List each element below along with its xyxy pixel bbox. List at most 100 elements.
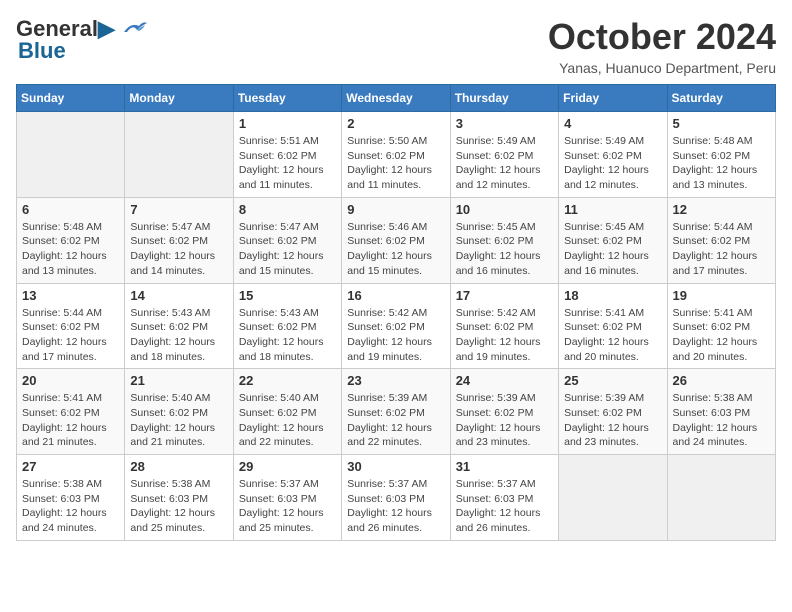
day-info: Sunrise: 5:38 AMSunset: 6:03 PMDaylight:…: [22, 477, 119, 536]
calendar-cell: 7Sunrise: 5:47 AMSunset: 6:02 PMDaylight…: [125, 197, 233, 283]
calendar-cell: 19 Sunrise: 5:41 AMSunset: 6:02 PMDayligh…: [667, 283, 775, 369]
weekday-header-row: SundayMondayTuesdayWednesdayThursdayFrid…: [17, 85, 776, 112]
day-number: 15: [239, 288, 336, 303]
logo: General▶ Blue: [16, 16, 149, 64]
calendar-cell: 15Sunrise: 5:43 AMSunset: 6:02 PMDayligh…: [233, 283, 341, 369]
month-title: October 2024: [548, 16, 776, 58]
day-info: Sunrise: 5:49 AMSunset: 6:02 PMDaylight:…: [456, 134, 553, 193]
day-number: 19: [673, 288, 770, 303]
day-number: 7: [130, 202, 227, 217]
day-number: 12: [673, 202, 770, 217]
day-info: Sunrise: 5:40 AMSunset: 6:02 PMDaylight:…: [130, 391, 227, 450]
calendar-cell: 31Sunrise: 5:37 AMSunset: 6:03 PMDayligh…: [450, 455, 558, 541]
day-info: Sunrise: 5:38 AMSunset: 6:03 PMDaylight:…: [130, 477, 227, 536]
weekday-header: Thursday: [450, 85, 558, 112]
day-number: 20: [22, 373, 119, 388]
calendar-cell: 28 Sunrise: 5:38 AMSunset: 6:03 PMDayligh…: [125, 455, 233, 541]
day-info: Sunrise: 5:38 AMSunset: 6:03 PMDaylight:…: [673, 391, 770, 450]
calendar-cell: 23 Sunrise: 5:39 AMSunset: 6:02 PMDayligh…: [342, 369, 450, 455]
day-info: Sunrise: 5:50 AMSunset: 6:02 PMDaylight:…: [347, 134, 444, 193]
calendar-cell: 18 Sunrise: 5:41 AMSunset: 6:02 PMDayligh…: [559, 283, 667, 369]
day-info: Sunrise: 5:49 AMSunset: 6:02 PMDaylight:…: [564, 134, 661, 193]
day-number: 4: [564, 116, 661, 131]
day-info: Sunrise: 5:43 AMSunset: 6:02 PMDaylight:…: [130, 306, 227, 365]
calendar-cell: 16Sunrise: 5:42 AMSunset: 6:02 PMDayligh…: [342, 283, 450, 369]
calendar-cell: 8 Sunrise: 5:47 AMSunset: 6:02 PMDaylight…: [233, 197, 341, 283]
calendar-cell: 10Sunrise: 5:45 AMSunset: 6:02 PMDayligh…: [450, 197, 558, 283]
calendar-cell: 12 Sunrise: 5:44 AMSunset: 6:02 PMDayligh…: [667, 197, 775, 283]
day-info: Sunrise: 5:44 AMSunset: 6:02 PMDaylight:…: [22, 306, 119, 365]
subtitle: Yanas, Huanuco Department, Peru: [548, 60, 776, 76]
calendar-cell: 4 Sunrise: 5:49 AMSunset: 6:02 PMDaylight…: [559, 112, 667, 198]
calendar-cell: 29 Sunrise: 5:37 AMSunset: 6:03 PMDayligh…: [233, 455, 341, 541]
day-number: 13: [22, 288, 119, 303]
day-number: 26: [673, 373, 770, 388]
day-number: 9: [347, 202, 444, 217]
calendar-cell: 30Sunrise: 5:37 AMSunset: 6:03 PMDayligh…: [342, 455, 450, 541]
day-info: Sunrise: 5:48 AMSunset: 6:02 PMDaylight:…: [22, 220, 119, 279]
calendar-cell: 3 Sunrise: 5:49 AMSunset: 6:02 PMDaylight…: [450, 112, 558, 198]
day-number: 24: [456, 373, 553, 388]
day-number: 22: [239, 373, 336, 388]
calendar-week-row: 1Sunrise: 5:51 AMSunset: 6:02 PMDaylight…: [17, 112, 776, 198]
day-info: Sunrise: 5:39 AMSunset: 6:02 PMDaylight:…: [564, 391, 661, 450]
calendar-cell: 14 Sunrise: 5:43 AMSunset: 6:02 PMDayligh…: [125, 283, 233, 369]
day-number: 25: [564, 373, 661, 388]
weekday-header: Wednesday: [342, 85, 450, 112]
calendar-cell: 21 Sunrise: 5:40 AMSunset: 6:02 PMDayligh…: [125, 369, 233, 455]
day-info: Sunrise: 5:37 AMSunset: 6:03 PMDaylight:…: [347, 477, 444, 536]
calendar-cell: 6 Sunrise: 5:48 AMSunset: 6:02 PMDaylight…: [17, 197, 125, 283]
day-number: 8: [239, 202, 336, 217]
weekday-header: Sunday: [17, 85, 125, 112]
day-info: Sunrise: 5:46 AMSunset: 6:02 PMDaylight:…: [347, 220, 444, 279]
day-number: 5: [673, 116, 770, 131]
weekday-header: Monday: [125, 85, 233, 112]
calendar-cell: 11 Sunrise: 5:45 AMSunset: 6:02 PMDayligh…: [559, 197, 667, 283]
day-number: 11: [564, 202, 661, 217]
logo-bird-icon: [119, 18, 149, 40]
day-info: Sunrise: 5:37 AMSunset: 6:03 PMDaylight:…: [239, 477, 336, 536]
day-number: 10: [456, 202, 553, 217]
day-info: Sunrise: 5:40 AMSunset: 6:02 PMDaylight:…: [239, 391, 336, 450]
day-number: 31: [456, 459, 553, 474]
calendar-week-row: 6 Sunrise: 5:48 AMSunset: 6:02 PMDaylight…: [17, 197, 776, 283]
calendar-week-row: 27Sunrise: 5:38 AMSunset: 6:03 PMDayligh…: [17, 455, 776, 541]
day-number: 28: [130, 459, 227, 474]
day-number: 14: [130, 288, 227, 303]
calendar-cell: 2 Sunrise: 5:50 AMSunset: 6:02 PMDaylight…: [342, 112, 450, 198]
day-number: 1: [239, 116, 336, 131]
day-info: Sunrise: 5:39 AMSunset: 6:02 PMDaylight:…: [347, 391, 444, 450]
day-number: 29: [239, 459, 336, 474]
calendar-week-row: 13 Sunrise: 5:44 AMSunset: 6:02 PMDayligh…: [17, 283, 776, 369]
day-info: Sunrise: 5:39 AMSunset: 6:02 PMDaylight:…: [456, 391, 553, 450]
page-header: General▶ Blue October 2024 Yanas, Huanuc…: [16, 16, 776, 76]
calendar-cell: 20 Sunrise: 5:41 AMSunset: 6:02 PMDayligh…: [17, 369, 125, 455]
calendar-cell: 9 Sunrise: 5:46 AMSunset: 6:02 PMDaylight…: [342, 197, 450, 283]
calendar-cell: 22 Sunrise: 5:40 AMSunset: 6:02 PMDayligh…: [233, 369, 341, 455]
day-number: 18: [564, 288, 661, 303]
day-info: Sunrise: 5:47 AMSunset: 6:02 PMDaylight:…: [239, 220, 336, 279]
calendar-cell: 5 Sunrise: 5:48 AMSunset: 6:02 PMDaylight…: [667, 112, 775, 198]
day-info: Sunrise: 5:42 AMSunset: 6:02 PMDaylight:…: [347, 306, 444, 365]
day-info: Sunrise: 5:41 AMSunset: 6:02 PMDaylight:…: [564, 306, 661, 365]
day-info: Sunrise: 5:41 AMSunset: 6:02 PMDaylight:…: [673, 306, 770, 365]
day-number: 17: [456, 288, 553, 303]
day-number: 2: [347, 116, 444, 131]
day-info: Sunrise: 5:42 AMSunset: 6:02 PMDaylight:…: [456, 306, 553, 365]
weekday-header: Tuesday: [233, 85, 341, 112]
calendar-week-row: 20 Sunrise: 5:41 AMSunset: 6:02 PMDayligh…: [17, 369, 776, 455]
day-number: 6: [22, 202, 119, 217]
day-info: Sunrise: 5:45 AMSunset: 6:02 PMDaylight:…: [564, 220, 661, 279]
calendar-cell: [667, 455, 775, 541]
calendar-cell: [559, 455, 667, 541]
day-number: 23: [347, 373, 444, 388]
day-number: 3: [456, 116, 553, 131]
day-info: Sunrise: 5:44 AMSunset: 6:02 PMDaylight:…: [673, 220, 770, 279]
day-info: Sunrise: 5:41 AMSunset: 6:02 PMDaylight:…: [22, 391, 119, 450]
calendar-cell: [125, 112, 233, 198]
day-number: 21: [130, 373, 227, 388]
calendar-cell: 26 Sunrise: 5:38 AMSunset: 6:03 PMDayligh…: [667, 369, 775, 455]
calendar-cell: [17, 112, 125, 198]
calendar-cell: 24 Sunrise: 5:39 AMSunset: 6:02 PMDayligh…: [450, 369, 558, 455]
day-info: Sunrise: 5:48 AMSunset: 6:02 PMDaylight:…: [673, 134, 770, 193]
